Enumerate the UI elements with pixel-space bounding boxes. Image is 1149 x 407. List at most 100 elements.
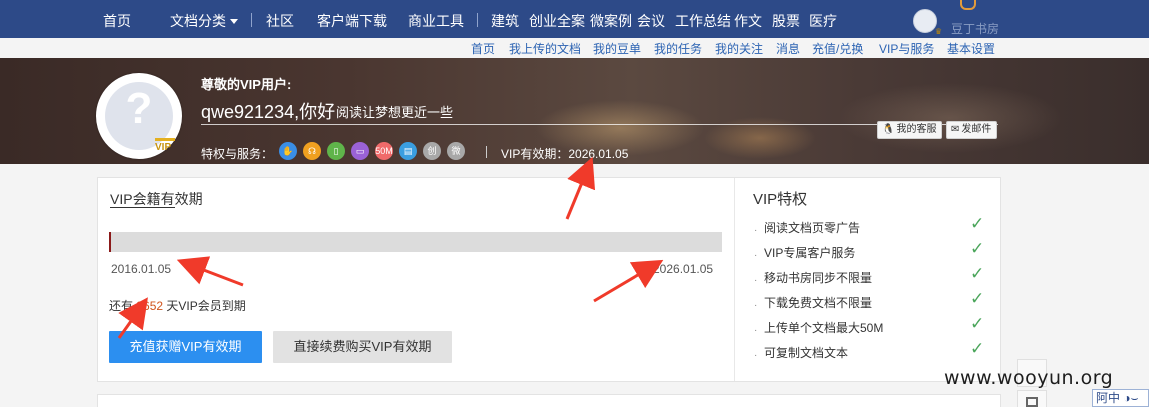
secondary-panel (97, 394, 1001, 407)
panel-divider (734, 178, 735, 381)
bullet: · (754, 225, 758, 236)
nav-item-startup[interactable]: 创业全案 (529, 11, 585, 31)
nav-separator (251, 13, 252, 27)
subnav-recharge[interactable]: 充值/兑换 (812, 40, 863, 57)
subnav-home[interactable]: 首页 (471, 40, 495, 57)
watermark: www.wooyun.org (944, 367, 1114, 389)
subnav-my-follows[interactable]: 我的关注 (715, 40, 763, 57)
bookroom-link[interactable]: 豆丁书房 (951, 20, 999, 37)
sub-navigation: 首页 我上传的文档 我的豆单 我的任务 我的关注 消息 充值/兑换 VIP与服务… (0, 38, 1149, 58)
subnav-my-lists[interactable]: 我的豆单 (593, 40, 641, 57)
nav-item-client-download[interactable]: 客户端下载 (317, 11, 387, 31)
nav-item-stock[interactable]: 股票 (772, 11, 800, 31)
user-avatar-small[interactable]: ♛ (913, 9, 942, 36)
privilege-label: 移动书房同步不限量 (764, 271, 873, 285)
vip-privileges-title: VIP特权 (753, 191, 808, 208)
nav-item-essay[interactable]: 作文 (734, 11, 762, 31)
mail-icon: ✉ (951, 124, 960, 135)
privilege-label: 可复制文档文本 (764, 346, 849, 360)
side-toolbar-button-2[interactable] (1017, 390, 1047, 407)
bullet: · (754, 350, 758, 361)
vip-crown-icon: ♛ (934, 27, 942, 36)
list-item: · 上传单个文档最大50M ✓ (753, 314, 990, 343)
remaining-suffix: 天VIP会员到期 (166, 299, 246, 313)
crown-icon (155, 134, 175, 141)
phone-icon[interactable]: ▯ (327, 142, 345, 160)
ime-label: 阿中 (1096, 391, 1121, 405)
monitor-icon[interactable]: ▭ (351, 142, 369, 160)
subnav-my-tasks[interactable]: 我的任务 (654, 40, 702, 57)
vip-privileges-list: · 阅读文档页零广告 ✓ · VIP专属客户服务 ✓ · 移动书房同步不限量 ✓ · 下载免费… (753, 214, 990, 368)
question-mark-icon: ? (125, 84, 153, 133)
subnav-my-uploads[interactable]: 我上传的文档 (509, 40, 581, 57)
privilege-label: 上传单个文档最大50M (764, 321, 884, 335)
list-item: · 可复制文档文本 ✓ (753, 339, 990, 368)
nav-separator (477, 13, 478, 27)
subnav-vip-service[interactable]: VIP与服务 (879, 40, 934, 57)
check-icon: ✓ (970, 289, 985, 308)
my-service-button[interactable]: 🐧 我的客服 (877, 121, 943, 139)
check-icon: ✓ (970, 239, 985, 258)
qq-icon: 🐧 (882, 124, 895, 135)
storage-50m-icon[interactable]: 50M (375, 142, 393, 160)
grid-icon (1026, 397, 1038, 407)
vip-validity: VIP有效期：2026.01.05 (501, 147, 629, 161)
list-item: · 移动书房同步不限量 ✓ (753, 264, 990, 293)
vip-badge-label: VIP (155, 142, 172, 153)
send-mail-button[interactable]: ✉ 发邮件 (946, 121, 998, 139)
bullet: · (754, 250, 758, 261)
privileges-label: 特权与服务： (201, 147, 274, 161)
send-mail-label: 发邮件 (961, 124, 992, 135)
nav-item-home[interactable]: 首页 (103, 11, 131, 31)
nav-item-doc-category[interactable]: 文档分类 (170, 11, 238, 31)
subnav-basic-settings[interactable]: 基本设置 (947, 40, 995, 57)
privilege-label: 下载免费文档不限量 (764, 296, 873, 310)
privilege-icons: ✋ ☊ ▯ ▭ 50M ▤ 创微 (279, 142, 471, 160)
ime-indicator[interactable]: 阿中 ◑⌣ (1092, 389, 1149, 407)
remaining-days-text: 还有 3652 天VIP会员到期 (109, 297, 246, 314)
vip-badge: VIP (155, 134, 179, 154)
nav-item-medical[interactable]: 医疗 (809, 11, 837, 31)
nav-item-doc-category-label: 文档分类 (170, 13, 226, 29)
list-item: · 下载免费文档不限量 ✓ (753, 289, 990, 318)
bullet: · (754, 325, 758, 336)
bookroom-icon (960, 0, 976, 10)
vip-greeting: 尊敬的VIP用户: (201, 77, 292, 92)
membership-progress-bar (109, 232, 722, 252)
nav-item-architecture[interactable]: 建筑 (491, 11, 519, 31)
nav-item-micro-case[interactable]: 微案例 (590, 11, 632, 31)
headset-icon[interactable]: ☊ (303, 142, 321, 160)
list-item: · 阅读文档页零广告 ✓ (753, 214, 990, 243)
wechat-icon[interactable]: 微 (447, 142, 465, 160)
bullet: · (754, 275, 758, 286)
check-icon: ✓ (970, 314, 985, 333)
chevron-down-icon (230, 19, 238, 24)
privilege-label: VIP专属客户服务 (764, 246, 856, 260)
subnav-messages[interactable]: 消息 (776, 40, 800, 57)
membership-title: VIP会籍有效期 (110, 191, 203, 207)
nav-item-meeting[interactable]: 会议 (637, 11, 665, 31)
vip-membership-panel: VIP会籍有效期 2016.01.05 2026.01.05 还有 3652 天… (97, 177, 1001, 382)
check-icon: ✓ (970, 214, 985, 233)
recharge-vip-button[interactable]: 充值获赠VIP有效期 (109, 331, 262, 363)
my-service-label: 我的客服 (896, 124, 937, 135)
top-navigation-bar: 首页 文档分类 社区 客户端下载 商业工具 建筑 创业全案 微案例 会议 工作总… (0, 0, 1149, 38)
copy-icon[interactable]: 创 (423, 142, 441, 160)
slogan: 阅读让梦想更近一些 (336, 105, 454, 120)
username-greeting: qwe921234,你好 (201, 102, 336, 122)
document-icon[interactable]: ▤ (399, 142, 417, 160)
privilege-label: 阅读文档页零广告 (764, 221, 861, 235)
list-item: · VIP专属客户服务 ✓ (753, 239, 990, 268)
nav-item-business-tools[interactable]: 商业工具 (408, 11, 464, 31)
end-date: 2026.01.05 (653, 262, 714, 276)
remaining-days: 3652 (136, 299, 164, 313)
membership-title-underline (110, 207, 175, 208)
bullet: · (754, 300, 758, 311)
hand-icon[interactable]: ✋ (279, 142, 297, 160)
validity-separator (486, 146, 487, 158)
remaining-prefix: 还有 (109, 299, 134, 313)
check-icon: ✓ (970, 339, 985, 358)
nav-item-work-summary[interactable]: 工作总结 (675, 11, 731, 31)
nav-item-community[interactable]: 社区 (266, 11, 294, 31)
renew-vip-button[interactable]: 直接续费购买VIP有效期 (273, 331, 452, 363)
